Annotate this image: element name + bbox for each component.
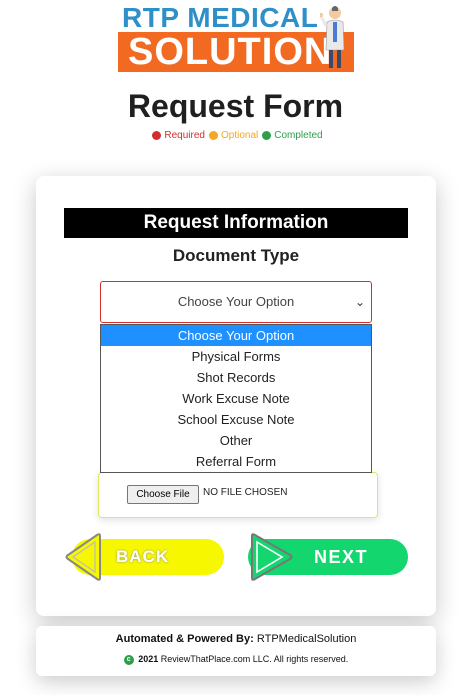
doctor-figure-icon <box>320 6 345 68</box>
footer-powered-by: Automated & Powered By: RTPMedicalSoluti… <box>36 633 436 645</box>
dropdown-option[interactable]: Shot Records <box>101 367 371 388</box>
next-button[interactable]: NEXT <box>246 532 410 582</box>
back-button[interactable]: BACK <box>62 532 226 582</box>
legend-optional: Optional <box>220 130 259 141</box>
next-button-label: NEXT <box>314 547 369 567</box>
back-arrow-icon <box>65 533 101 581</box>
footer-powered-name: RTPMedicalSolution <box>256 633 357 645</box>
dropdown-option[interactable]: Physical Forms <box>101 346 371 367</box>
logo: RTP MEDICAL SOLUTION <box>118 2 354 72</box>
choose-file-button[interactable]: Choose File <box>127 485 199 504</box>
required-dot-icon <box>152 131 162 140</box>
dropdown-option[interactable]: Referral Form <box>101 451 371 472</box>
legend-completed: Completed <box>274 130 323 141</box>
document-type-select[interactable]: Choose Your Option ⌄ <box>100 281 372 323</box>
footer-copyright-year: 2021 <box>138 654 159 664</box>
optional-dot-icon <box>208 131 218 140</box>
completed-dot-icon <box>262 131 272 140</box>
file-upload-box: Choose File NO FILE CHOSEN <box>98 472 378 518</box>
footer-powered-label: Automated & Powered By: <box>115 633 254 645</box>
document-type-label: Document Type <box>172 246 300 265</box>
logo-bottom-band: SOLUTION <box>118 32 354 72</box>
logo-top-text: RTP MEDICAL <box>122 2 319 33</box>
footer: Automated & Powered By: RTPMedicalSoluti… <box>36 626 436 676</box>
chevron-down-icon: ⌄ <box>354 295 365 309</box>
select-value: Choose Your Option <box>177 294 295 309</box>
footer-copyright-text: ReviewThatPlace.com LLC. All rights rese… <box>160 654 349 664</box>
section-header: Request Information <box>64 208 408 238</box>
footer-copyright: c 2021 ReviewThatPlace.com LLC. All righ… <box>36 654 436 665</box>
status-legend: Required Optional Completed <box>0 130 471 141</box>
dropdown-option[interactable]: School Excuse Note <box>101 409 371 430</box>
logo-bottom-text: SOLUTION <box>128 31 333 73</box>
dropdown-option[interactable]: Work Excuse Note <box>101 388 371 409</box>
document-type-dropdown-list: Choose Your Option Physical Forms Shot R… <box>100 324 372 473</box>
back-button-label: BACK <box>116 547 170 566</box>
next-arrow-icon <box>251 533 293 581</box>
file-status-text: NO FILE CHOSEN <box>203 487 288 498</box>
page-title: Request Form <box>127 88 344 124</box>
copyright-icon: c <box>123 654 134 665</box>
dropdown-option[interactable]: Choose Your Option <box>101 325 371 346</box>
dropdown-option[interactable]: Other <box>101 430 371 451</box>
legend-required: Required <box>164 130 205 141</box>
